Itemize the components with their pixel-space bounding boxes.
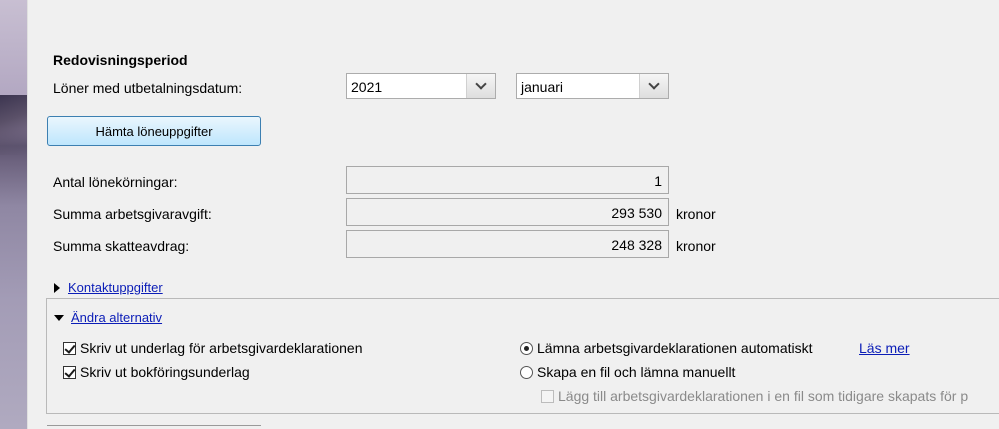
month-select[interactable]: januari bbox=[516, 73, 669, 99]
period-title: Redovisningsperiod bbox=[53, 52, 188, 68]
month-dropdown-button[interactable] bbox=[639, 74, 668, 98]
auto-submit-radio[interactable] bbox=[520, 342, 533, 355]
contact-link[interactable]: Kontaktuppgifter bbox=[68, 280, 163, 295]
employer-fee-label: Summa arbetsgivaravgift: bbox=[53, 206, 212, 222]
runs-field: 1 bbox=[346, 166, 669, 194]
print-bookkeeping-checkbox[interactable] bbox=[63, 366, 76, 379]
button-edge bbox=[47, 425, 261, 426]
year-select[interactable]: 2021 bbox=[346, 73, 496, 99]
employer-fee-value: 293 530 bbox=[611, 205, 662, 221]
options-link[interactable]: Ändra alternativ bbox=[71, 310, 162, 325]
append-file-label: Lägg till arbetsgivardeklarationen i en … bbox=[558, 388, 969, 404]
fetch-salary-data-button[interactable]: Hämta löneuppgifter bbox=[47, 116, 261, 146]
options-group: Ändra alternativ Skriv ut underlag för a… bbox=[46, 298, 999, 414]
tax-deduction-value: 248 328 bbox=[611, 237, 662, 253]
create-file-radio[interactable] bbox=[520, 366, 533, 379]
print-basis-label: Skriv ut underlag för arbetsgivardeklara… bbox=[80, 340, 363, 356]
chevron-down-icon bbox=[475, 78, 487, 90]
employer-fee-field: 293 530 bbox=[346, 198, 669, 226]
print-basis-checkbox[interactable] bbox=[63, 342, 76, 355]
print-bookkeeping-label: Skriv ut bokföringsunderlag bbox=[80, 364, 250, 380]
append-file-checkbox bbox=[541, 390, 554, 403]
tax-deduction-unit: kronor bbox=[676, 238, 716, 254]
year-select-value: 2021 bbox=[351, 79, 383, 95]
runs-label: Antal lönekörningar: bbox=[53, 174, 178, 190]
runs-value: 1 bbox=[654, 173, 662, 189]
expand-arrow-icon bbox=[54, 282, 60, 293]
create-file-label: Skapa en fil och lämna manuellt bbox=[537, 364, 736, 380]
contact-expander[interactable]: Kontaktuppgifter bbox=[54, 280, 163, 295]
employer-fee-unit: kronor bbox=[676, 206, 716, 222]
landscape-image bbox=[0, 95, 27, 155]
tax-deduction-field: 248 328 bbox=[346, 230, 669, 258]
chevron-down-icon bbox=[648, 78, 660, 90]
desktop-backdrop bbox=[0, 0, 27, 429]
payment-date-label: Löner med utbetalningsdatum: bbox=[53, 80, 243, 96]
year-dropdown-button[interactable] bbox=[466, 74, 495, 98]
read-more-link[interactable]: Läs mer bbox=[859, 340, 910, 356]
month-select-value: januari bbox=[521, 79, 564, 95]
options-expander[interactable]: Ändra alternativ bbox=[54, 310, 162, 325]
tax-deduction-label: Summa skatteavdrag: bbox=[53, 238, 190, 254]
payroll-report-panel: Redovisningsperiod Löner med utbetalning… bbox=[27, 0, 999, 429]
auto-submit-label: Lämna arbetsgivardeklarationen automatis… bbox=[537, 340, 813, 356]
collapse-arrow-icon bbox=[54, 314, 64, 321]
